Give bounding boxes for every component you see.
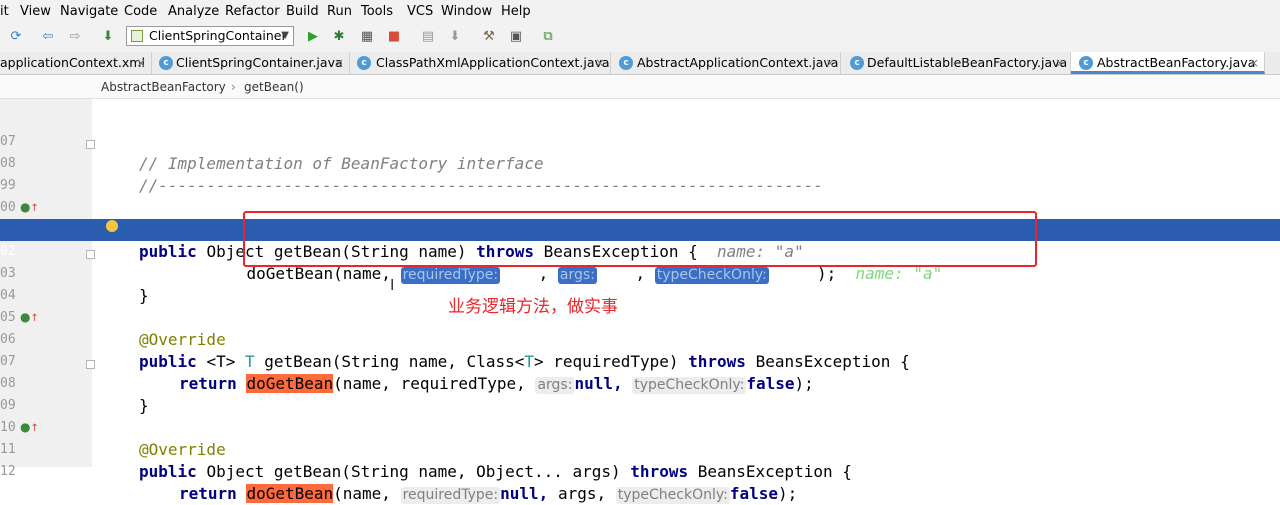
menu-window[interactable]: Window: [441, 4, 492, 19]
code-line: 09: [0, 398, 16, 413]
class-icon: c: [1079, 56, 1093, 70]
build-icon[interactable]: ⬇: [100, 29, 116, 45]
fold-marker-icon[interactable]: [86, 250, 95, 259]
annotation-box: [243, 211, 1037, 267]
fold-marker-icon[interactable]: [86, 360, 95, 369]
debug-icon[interactable]: ✱: [331, 29, 347, 45]
close-icon[interactable]: ×: [595, 52, 605, 74]
chevron-down-icon: ▼: [281, 30, 289, 41]
annotation-note: 业务逻辑方法，做实事: [448, 297, 618, 317]
overrides-icon[interactable]: ●↑: [20, 200, 39, 214]
menu-run[interactable]: Run: [327, 4, 352, 19]
menu-view[interactable]: View: [20, 4, 51, 19]
menu-vcs[interactable]: VCS: [407, 4, 433, 19]
tab-label: ClientSpringContainer.java: [176, 55, 343, 70]
stop-icon[interactable]: ■: [386, 29, 402, 45]
class-icon: c: [850, 56, 864, 70]
tab-clientspringcontainer[interactable]: c ClientSpringContainer.java ×: [152, 52, 350, 74]
code-line: 99: [0, 178, 16, 193]
close-icon[interactable]: ×: [1249, 52, 1259, 74]
method-call-highlight[interactable]: doGetBean: [246, 484, 334, 503]
menu-tools[interactable]: Tools: [361, 4, 393, 19]
tab-defaultlistablebeanfactory[interactable]: c DefaultListableBeanFactory.java ×: [841, 52, 1071, 74]
close-icon[interactable]: ×: [136, 52, 146, 74]
tab-applicationcontext-xml[interactable]: applicationContext.xml ×: [0, 52, 152, 74]
menu-help[interactable]: Help: [501, 4, 531, 19]
config-icon: [131, 30, 143, 42]
class-icon: c: [357, 56, 371, 70]
menu-code[interactable]: Code: [124, 4, 157, 19]
settings-icon[interactable]: ⚒: [481, 29, 497, 45]
class-icon: c: [619, 56, 633, 70]
menu-navigate[interactable]: Navigate: [60, 4, 118, 19]
code-line: 06 public <T> T getBean(String name, Cla…: [0, 332, 910, 371]
tab-label: DefaultListableBeanFactory.java: [867, 55, 1068, 70]
run-icon[interactable]: ▶: [305, 29, 321, 45]
tab-label: AbstractBeanFactory.java: [1097, 55, 1256, 70]
forward-icon[interactable]: ⇨: [67, 29, 83, 45]
structure-icon[interactable]: ▤: [420, 29, 436, 45]
sync-icon[interactable]: ⟳: [8, 29, 24, 45]
tab-abstractapplicationcontext[interactable]: c AbstractApplicationContext.java ×: [611, 52, 841, 74]
tab-classpathxmlapplicationcontext[interactable]: c ClassPathXmlApplicationContext.java ×: [350, 52, 611, 74]
menu-edit[interactable]: it: [0, 4, 9, 19]
close-icon[interactable]: ×: [825, 52, 835, 74]
coverage-icon[interactable]: ▦: [359, 29, 375, 45]
code-line: 07 // Implementation of BeanFactory inte…: [0, 134, 544, 173]
code-line: 07 return doGetBean(name, requiredType, …: [0, 354, 814, 394]
code-line: 00 @Override: [0, 200, 226, 239]
overrides-icon[interactable]: ●↑: [20, 420, 39, 434]
back-icon[interactable]: ⇦: [40, 29, 56, 45]
code-line: 05 @Override: [0, 310, 226, 349]
editor-tabs: applicationContext.xml × c ClientSpringC…: [0, 52, 1280, 75]
run-configuration-select[interactable]: ClientSpringContainer ▼: [126, 26, 294, 46]
project-structure-icon[interactable]: ▣: [508, 29, 524, 45]
tab-label: applicationContext.xml: [0, 55, 145, 70]
class-icon: c: [159, 56, 173, 70]
tab-label: ClassPathXmlApplicationContext.java: [376, 55, 610, 70]
menu-refactor[interactable]: Refactor: [225, 4, 280, 19]
text-cursor-icon: I: [390, 276, 395, 294]
code-line: 08 }: [0, 376, 149, 415]
menu-bar: it View Navigate Code Analyze Refactor B…: [0, 0, 1280, 24]
menu-build[interactable]: Build: [286, 4, 319, 19]
toolbar: ⟳ ⇦ ⇨ ⬇ ClientSpringContainer ▼ ▶ ✱ ▦ ■ …: [0, 24, 1280, 52]
run-configuration-label: ClientSpringContainer: [149, 28, 287, 43]
structure-down-icon[interactable]: ⬇: [447, 29, 463, 45]
code-line: 12 return doGetBean(name, requiredType: n…: [0, 464, 798, 504]
sdk-icon[interactable]: ⧉: [540, 29, 556, 45]
overrides-icon[interactable]: ●↑: [20, 310, 39, 324]
close-icon[interactable]: ×: [1055, 52, 1065, 74]
fold-marker-icon[interactable]: [86, 140, 95, 149]
code-line: 11 public Object getBean(String name, Ob…: [0, 442, 852, 481]
tab-label: AbstractApplicationContext.java: [637, 55, 839, 70]
code-line: 10 @Override: [0, 420, 226, 459]
code-line: 06: [0, 88, 1280, 100]
lightbulb-icon[interactable]: [106, 220, 118, 232]
menu-analyze[interactable]: Analyze: [168, 4, 219, 19]
close-icon[interactable]: ×: [334, 52, 344, 74]
code-line: 08 //-----------------------------------…: [0, 156, 823, 195]
tab-abstractbeanfactory[interactable]: c AbstractBeanFactory.java ×: [1071, 52, 1265, 74]
